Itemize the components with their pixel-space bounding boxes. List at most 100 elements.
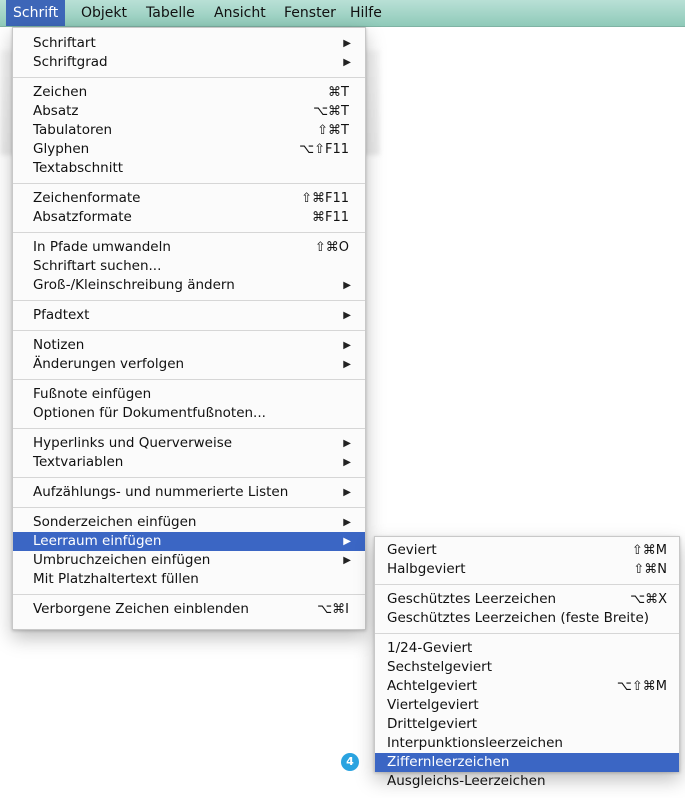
menu-item-verborgene-zeichen-einblenden[interactable]: Verborgene Zeichen einblenden ⌥⌘I [13, 600, 365, 619]
menu-item-label: Groß-/Kleinschreibung ändern [33, 277, 235, 293]
menu-item-schriftgrad[interactable]: Schriftgrad ▶ [13, 53, 365, 72]
menu-item-änderungen-verfolgen[interactable]: Änderungen verfolgen ▶ [13, 355, 365, 374]
menu-item-absatz[interactable]: Absatz ⌥⌘T [13, 102, 365, 121]
menu-separator [13, 232, 365, 233]
menu-item-label: Sechstelgeviert [387, 659, 493, 675]
menu-item-interpunktionsleerzeichen[interactable]: Interpunktionsleerzeichen [375, 734, 679, 753]
callout-badge: 4 [341, 753, 359, 771]
submenu-arrow-icon: ▶ [343, 340, 351, 351]
menu-item-hyperlinks-und-querverweise[interactable]: Hyperlinks und Querverweise ▶ [13, 434, 365, 453]
menu-item-label: Viertelgeviert [387, 697, 479, 713]
menu-item-label: Zeichenformate [33, 190, 141, 206]
menu-separator [13, 507, 365, 508]
shortcut-label: ⌘F11 [311, 210, 349, 225]
menu-item-viertelgeviert[interactable]: Viertelgeviert [375, 696, 679, 715]
menu-item-geschütztes-leerzeichen-feste-breite[interactable]: Geschütztes Leerzeichen (feste Breite) [375, 609, 679, 628]
menu-item-label: Aufzählungs- und nummerierte Listen [33, 484, 289, 500]
menu-separator [13, 428, 365, 429]
menu-item-textvariablen[interactable]: Textvariablen ▶ [13, 453, 365, 472]
menu-separator [13, 77, 365, 78]
menu-item-1-24-geviert[interactable]: 1/24-Geviert [375, 639, 679, 658]
submenu-arrow-icon: ▶ [343, 280, 351, 291]
menu-item-geviert[interactable]: Geviert ⇧⌘M [375, 541, 679, 560]
menu-item-label: Optionen für Dokumentfußnoten... [33, 405, 266, 421]
shortcut-label: ⇧⌘M [631, 543, 667, 558]
submenu-arrow-icon: ▶ [343, 359, 351, 370]
menu-item-label: Schriftart [33, 35, 96, 51]
menubar-item-tabelle[interactable]: Tabelle [139, 0, 202, 26]
menu-separator [13, 300, 365, 301]
menu-item-label: Verborgene Zeichen einblenden [33, 601, 249, 617]
menu-item-label: Absatzformate [33, 209, 132, 225]
menu-item-label: Fußnote einfügen [33, 386, 152, 402]
menu-item-in-pfade-umwandeln[interactable]: In Pfade umwandeln ⇧⌘O [13, 238, 365, 257]
menu-item-label: Geschütztes Leerzeichen [387, 591, 557, 607]
menu-item-notizen[interactable]: Notizen ▶ [13, 336, 365, 355]
submenu-arrow-icon: ▶ [343, 438, 351, 449]
menubar-item-schrift[interactable]: Schrift [6, 0, 66, 26]
shortcut-label: ⌥⇧F11 [299, 142, 349, 157]
shortcut-label: ⇧⌘O [314, 240, 349, 255]
menu-bar: Schrift Objekt Tabelle Ansicht Fenster Hilfe [0, 0, 685, 27]
menu-item-aufzählungs-und-nummerierte-listen[interactable]: Aufzählungs- und nummerierte Listen ▶ [13, 483, 365, 502]
menu-item-label: Pfadtext [33, 307, 90, 323]
menu-item-schriftart-suchen[interactable]: Schriftart suchen... [13, 257, 365, 276]
menu-item-label: Umbruchzeichen einfügen [33, 552, 211, 568]
menu-item-zeichenformate[interactable]: Zeichenformate ⇧⌘F11 [13, 189, 365, 208]
menu-item-optionen-für-dokumentfußnoten[interactable]: Optionen für Dokumentfußnoten... [13, 404, 365, 423]
menu-item-geschütztes-leerzeichen[interactable]: Geschütztes Leerzeichen ⌥⌘X [375, 590, 679, 609]
menubar-item-fenster[interactable]: Fenster [277, 0, 343, 26]
menu-item-label: Geschütztes Leerzeichen (feste Breite) [387, 610, 650, 626]
menubar-item-objekt[interactable]: Objekt [74, 0, 134, 26]
shortcut-label: ⌘T [328, 85, 349, 100]
menu-separator [13, 330, 365, 331]
submenu-arrow-icon: ▶ [343, 38, 351, 49]
menu-item-absatzformate[interactable]: Absatzformate ⌘F11 [13, 208, 365, 227]
menu-item-achtelgeviert[interactable]: Achtelgeviert ⌥⇧⌘M [375, 677, 679, 696]
menu-item-label: Absatz [33, 103, 79, 119]
menu-item-textabschnitt[interactable]: Textabschnitt [13, 159, 365, 178]
menu-item-ausgleichs-leerzeichen[interactable]: Ausgleichs-Leerzeichen [375, 772, 679, 791]
menu-item-label: Ausgleichs-Leerzeichen [387, 773, 546, 789]
menu-item-tabulatoren[interactable]: Tabulatoren ⇧⌘T [13, 121, 365, 140]
menu-separator [375, 584, 679, 585]
menu-item-fußnote-einfügen[interactable]: Fußnote einfügen [13, 385, 365, 404]
menubar-item-ansicht[interactable]: Ansicht [207, 0, 273, 26]
schrift-menu: Schriftart ▶ Schriftgrad ▶ Zeichen ⌘T Absatz ⌥⌘… [12, 27, 366, 630]
menu-item-label: In Pfade umwandeln [33, 239, 171, 255]
leerraum-submenu: Geviert ⇧⌘M Halbgeviert ⇧⌘N Geschütztes Leer… [374, 536, 680, 789]
menu-item-label: Sonderzeichen einfügen [33, 514, 197, 530]
shortcut-label: ⇧⌘F11 [301, 191, 349, 206]
menu-item-pfadtext[interactable]: Pfadtext ▶ [13, 306, 365, 325]
menu-item-label: Interpunktionsleerzeichen [387, 735, 563, 751]
menu-item-sonderzeichen-einfügen[interactable]: Sonderzeichen einfügen ▶ [13, 513, 365, 532]
menu-item-groß-kleinschreibung-ändern[interactable]: Groß-/Kleinschreibung ändern ▶ [13, 276, 365, 295]
menu-item-label: Hyperlinks und Querverweise [33, 435, 233, 451]
menu-item-leerraum-einfügen[interactable]: Leerraum einfügen ▶ [13, 532, 365, 551]
menu-item-label: Glyphen [33, 141, 90, 157]
shortcut-label: ⌥⌘X [630, 592, 667, 607]
menu-item-label: Achtelgeviert [387, 678, 478, 694]
menu-separator [13, 183, 365, 184]
menu-item-umbruchzeichen-einfügen[interactable]: Umbruchzeichen einfügen ▶ [13, 551, 365, 570]
menu-item-label: Geviert [387, 542, 437, 558]
menu-separator [375, 633, 679, 634]
menu-item-sechstelgeviert[interactable]: Sechstelgeviert [375, 658, 679, 677]
submenu-arrow-icon: ▶ [343, 487, 351, 498]
submenu-arrow-icon: ▶ [343, 457, 351, 468]
menu-separator [13, 477, 365, 478]
shortcut-label: ⌥⌘T [313, 104, 349, 119]
menu-item-drittelgeviert[interactable]: Drittelgeviert [375, 715, 679, 734]
menu-item-label: Schriftart suchen... [33, 258, 162, 274]
menubar-item-hilfe[interactable]: Hilfe [343, 0, 389, 26]
menu-item-glyphen[interactable]: Glyphen ⌥⇧F11 [13, 140, 365, 159]
menu-item-zeichen[interactable]: Zeichen ⌘T [13, 83, 365, 102]
menu-item-label: Textabschnitt [33, 160, 124, 176]
menu-item-mit-platzhaltertext-füllen[interactable]: Mit Platzhaltertext füllen [13, 570, 365, 589]
shortcut-label: ⌥⌘I [317, 602, 349, 617]
menu-item-ziffernleerzeichen[interactable]: Ziffernleerzeichen [375, 753, 679, 772]
submenu-arrow-icon: ▶ [343, 310, 351, 321]
menu-item-halbgeviert[interactable]: Halbgeviert ⇧⌘N [375, 560, 679, 579]
menu-item-label: Textvariablen [33, 454, 124, 470]
menu-item-schriftart[interactable]: Schriftart ▶ [13, 34, 365, 53]
